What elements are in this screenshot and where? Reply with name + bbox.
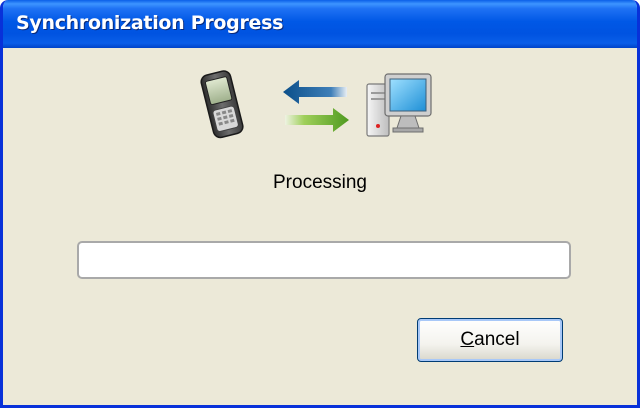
title-bar[interactable]: Synchronization Progress: [3, 0, 637, 48]
window-title: Synchronization Progress: [16, 12, 284, 34]
desktop-computer-icon: [363, 70, 435, 145]
sync-progress-dialog: Synchronization Progress Processing Canc…: [0, 0, 640, 408]
sync-progress-bar: [77, 241, 571, 279]
handheld-device-icon: [197, 68, 249, 145]
sync-arrows-icon: [281, 78, 351, 139]
cancel-button-label: Cancel: [460, 329, 520, 350]
status-label: Processing: [273, 172, 367, 193]
dialog-body: Processing Cancel: [3, 48, 637, 405]
cancel-button[interactable]: Cancel: [417, 318, 563, 362]
